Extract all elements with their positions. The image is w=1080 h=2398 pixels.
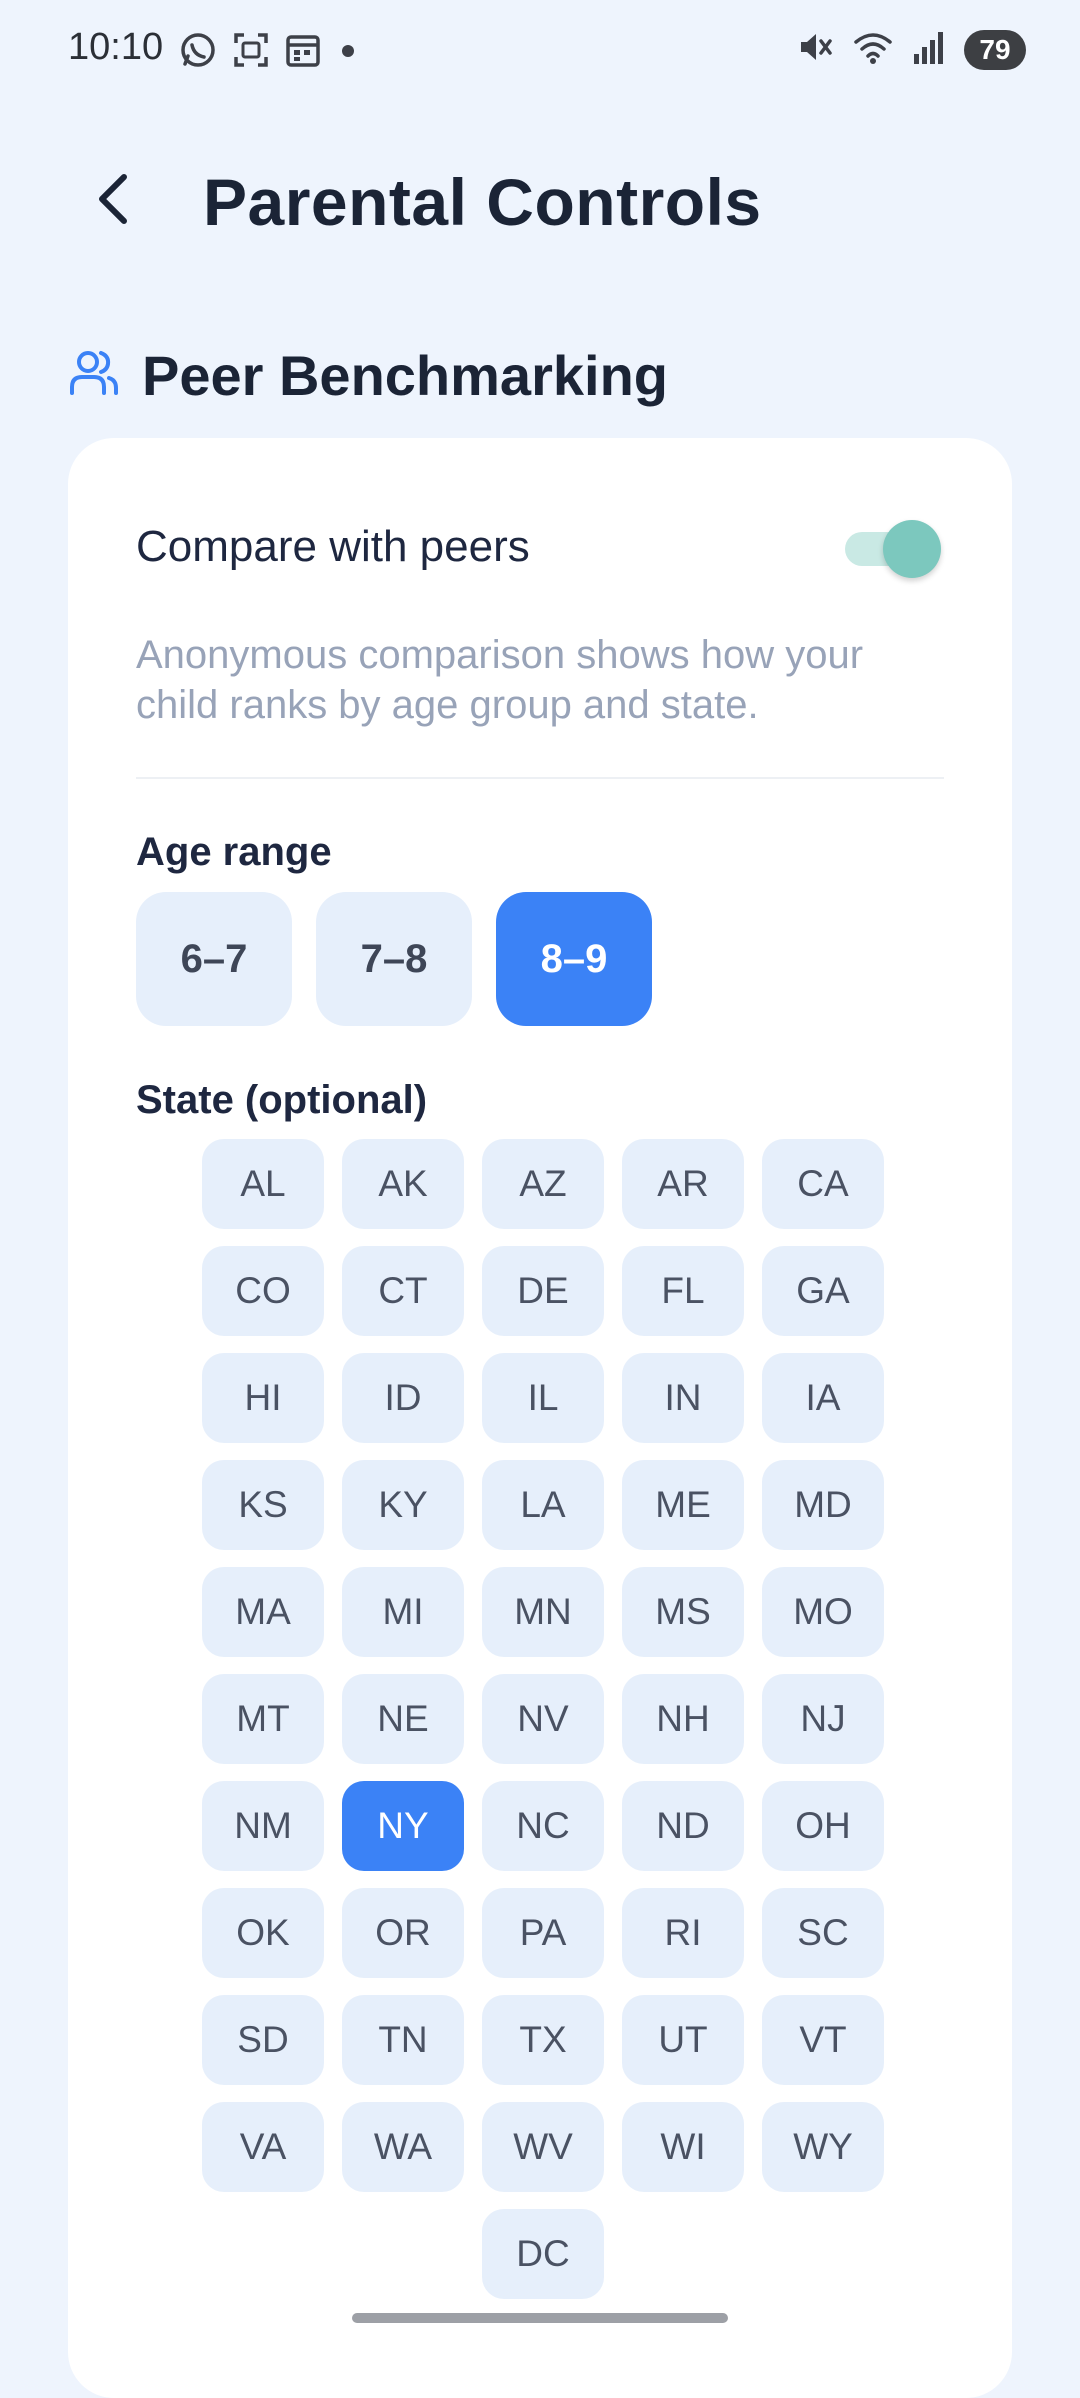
state-chip-ak[interactable]: AK bbox=[342, 1139, 464, 1229]
header: Parental Controls bbox=[0, 150, 1080, 260]
state-chip-me[interactable]: ME bbox=[622, 1460, 744, 1550]
state-chip-or[interactable]: OR bbox=[342, 1888, 464, 1978]
signal-icon bbox=[912, 28, 946, 71]
state-chip-hi[interactable]: HI bbox=[202, 1353, 324, 1443]
state-chip-sc[interactable]: SC bbox=[762, 1888, 884, 1978]
back-button[interactable] bbox=[84, 164, 144, 234]
state-chip-il[interactable]: IL bbox=[482, 1353, 604, 1443]
chevron-left-icon bbox=[99, 174, 127, 224]
state-chip-va[interactable]: VA bbox=[202, 2102, 324, 2192]
screenshot-icon bbox=[232, 31, 270, 74]
state-chip-ne[interactable]: NE bbox=[342, 1674, 464, 1764]
state-chip-nd[interactable]: ND bbox=[622, 1781, 744, 1871]
state-chip-wa[interactable]: WA bbox=[342, 2102, 464, 2192]
state-chip-md[interactable]: MD bbox=[762, 1460, 884, 1550]
state-chip-dc[interactable]: DC bbox=[482, 2209, 604, 2299]
state-chip-nc[interactable]: NC bbox=[482, 1781, 604, 1871]
wifi-icon bbox=[852, 28, 894, 71]
calendar-icon bbox=[284, 31, 322, 74]
state-chip-pa[interactable]: PA bbox=[482, 1888, 604, 1978]
compare-description: Anonymous comparison shows how your chil… bbox=[136, 633, 864, 727]
battery-indicator: 79 bbox=[964, 29, 1026, 70]
state-chip-ct[interactable]: CT bbox=[342, 1246, 464, 1336]
state-chip-tn[interactable]: TN bbox=[342, 1995, 464, 2085]
state-chip-ky[interactable]: KY bbox=[342, 1460, 464, 1550]
state-chip-de[interactable]: DE bbox=[482, 1246, 604, 1336]
state-chip-mi[interactable]: MI bbox=[342, 1567, 464, 1657]
state-chip-ia[interactable]: IA bbox=[762, 1353, 884, 1443]
age-chip[interactable]: 8–9 bbox=[496, 892, 652, 1026]
state-chip-nh[interactable]: NH bbox=[622, 1674, 744, 1764]
state-chip-mn[interactable]: MN bbox=[482, 1567, 604, 1657]
state-label: State (optional) bbox=[136, 1078, 428, 1122]
state-options: AL AK AZ AR CA CO CT DE FL GA HI ID IL IN IA KS KY LA ME MD… bbox=[198, 1139, 888, 2299]
divider bbox=[136, 777, 944, 779]
state-chip-ms[interactable]: MS bbox=[622, 1567, 744, 1657]
status-bar: 10:10 79 bbox=[0, 0, 1080, 100]
peer-benchmark-card: Compare with peers Anonymous comparison … bbox=[68, 438, 1012, 2398]
state-chip-wy[interactable]: WY bbox=[762, 2102, 884, 2192]
dot-icon bbox=[336, 31, 360, 74]
state-chip-ar[interactable]: AR bbox=[622, 1139, 744, 1229]
compare-toggle[interactable] bbox=[845, 520, 941, 578]
age-chip[interactable]: 6–7 bbox=[136, 892, 292, 1026]
age-chip[interactable]: 7–8 bbox=[316, 892, 472, 1026]
state-chip-ok[interactable]: OK bbox=[202, 1888, 324, 1978]
home-indicator[interactable] bbox=[352, 2313, 728, 2323]
users-icon bbox=[68, 347, 120, 404]
state-chip-wv[interactable]: WV bbox=[482, 2102, 604, 2192]
state-chip-ri[interactable]: RI bbox=[622, 1888, 744, 1978]
state-chip-oh[interactable]: OH bbox=[762, 1781, 884, 1871]
state-chip-al[interactable]: AL bbox=[202, 1139, 324, 1229]
state-chip-in[interactable]: IN bbox=[622, 1353, 744, 1443]
state-chip-ma[interactable]: MA bbox=[202, 1567, 324, 1657]
state-chip-id[interactable]: ID bbox=[342, 1353, 464, 1443]
state-chip-co[interactable]: CO bbox=[202, 1246, 324, 1336]
status-left-icons bbox=[178, 30, 360, 75]
state-chip-tx[interactable]: TX bbox=[482, 1995, 604, 2085]
page-title: Parental Controls bbox=[203, 165, 762, 239]
section-heading: Peer Benchmarking bbox=[68, 343, 668, 408]
state-chip-nv[interactable]: NV bbox=[482, 1674, 604, 1764]
status-time: 10:10 bbox=[68, 26, 164, 68]
state-chip-az[interactable]: AZ bbox=[482, 1139, 604, 1229]
state-chip-mt[interactable]: MT bbox=[202, 1674, 324, 1764]
state-chip-ca[interactable]: CA bbox=[762, 1139, 884, 1229]
state-chip-ga[interactable]: GA bbox=[762, 1246, 884, 1336]
state-chip-ks[interactable]: KS bbox=[202, 1460, 324, 1550]
whatsapp-icon bbox=[178, 30, 218, 75]
toggle-thumb bbox=[883, 520, 941, 578]
state-chip-fl[interactable]: FL bbox=[622, 1246, 744, 1336]
state-chip-ny[interactable]: NY bbox=[342, 1781, 464, 1871]
section-title: Peer Benchmarking bbox=[142, 344, 668, 407]
state-chip-ut[interactable]: UT bbox=[622, 1995, 744, 2085]
state-chip-nm[interactable]: NM bbox=[202, 1781, 324, 1871]
state-chip-wi[interactable]: WI bbox=[622, 2102, 744, 2192]
state-chip-vt[interactable]: VT bbox=[762, 1995, 884, 2085]
age-range-options: 6–7 7–8 8–9 bbox=[136, 892, 652, 1026]
compare-label: Compare with peers bbox=[136, 522, 530, 571]
state-chip-mo[interactable]: MO bbox=[762, 1567, 884, 1657]
state-chip-la[interactable]: LA bbox=[482, 1460, 604, 1550]
status-right-icons: 79 bbox=[796, 28, 1026, 71]
state-chip-nj[interactable]: NJ bbox=[762, 1674, 884, 1764]
state-chip-sd[interactable]: SD bbox=[202, 1995, 324, 2085]
age-range-label: Age range bbox=[136, 830, 332, 874]
mute-icon bbox=[796, 28, 834, 71]
